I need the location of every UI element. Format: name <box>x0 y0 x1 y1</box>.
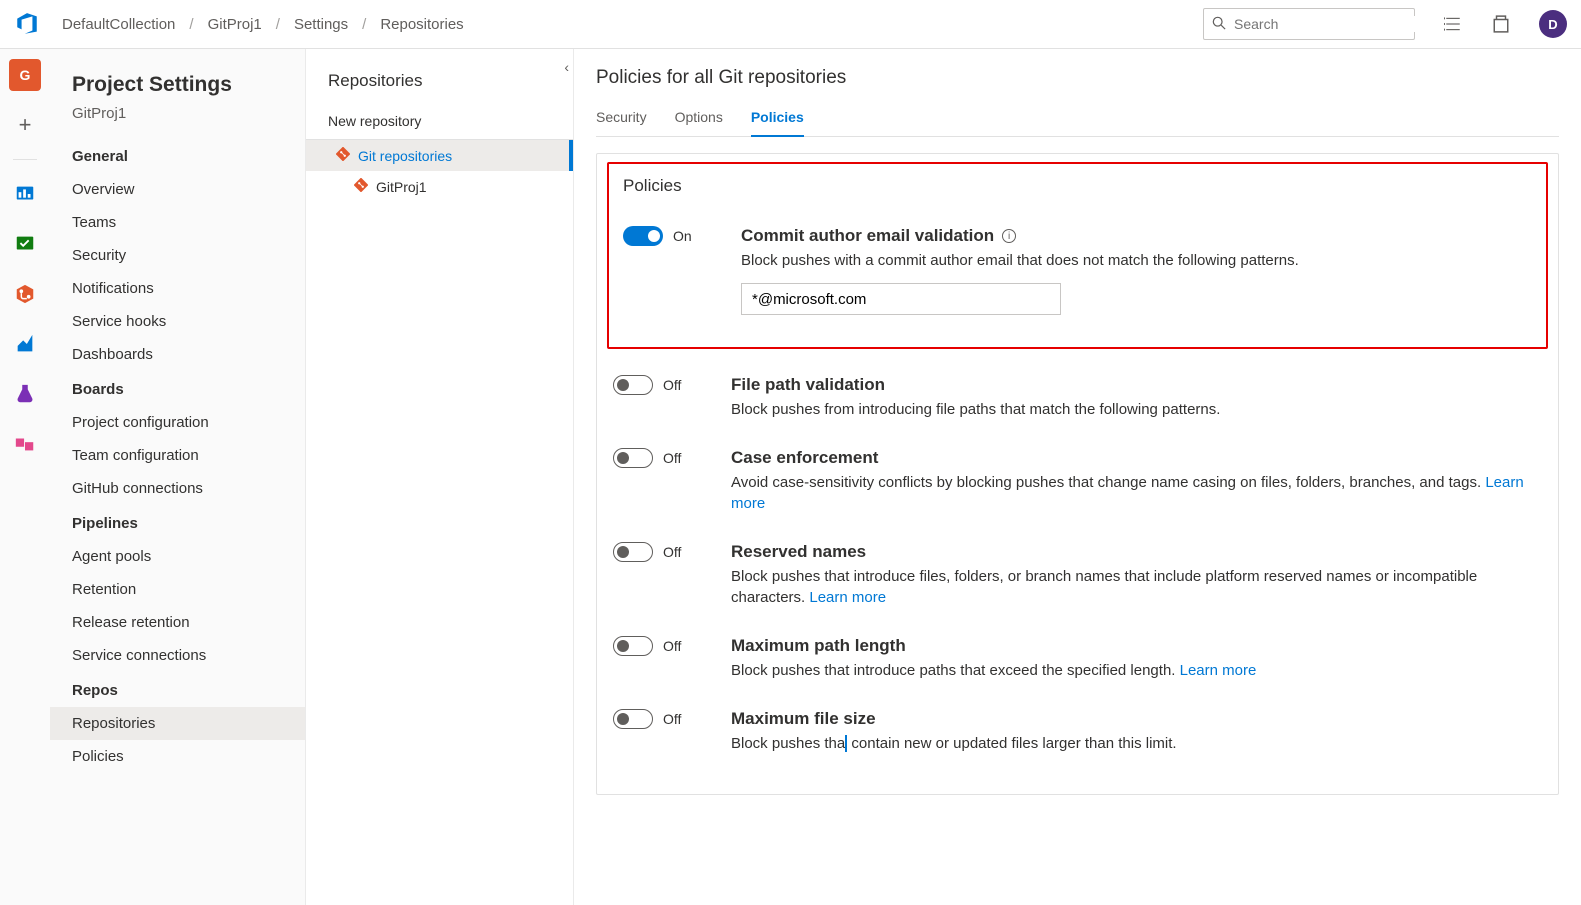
settings-title: Project Settings <box>50 65 305 101</box>
item-service-connections[interactable]: Service connections <box>50 639 305 672</box>
policy-case-enforcement: Off Case enforcement Avoid case-sensitiv… <box>613 434 1542 528</box>
toggle-filepath-validation[interactable] <box>613 375 653 395</box>
policy-title-label: Case enforcement <box>731 448 1542 468</box>
toggle-max-file-size[interactable] <box>613 709 653 729</box>
policy-desc: Avoid case-sensitivity conflicts by bloc… <box>731 472 1542 514</box>
tree-repo-gitproj1[interactable]: GitProj1 <box>306 171 573 202</box>
policy-filepath-validation: Off File path validation Block pushes fr… <box>613 361 1542 434</box>
learn-more-link[interactable]: Learn more <box>809 589 886 606</box>
item-team-config[interactable]: Team configuration <box>50 439 305 472</box>
rail-project[interactable]: G <box>9 59 41 91</box>
toggle-state: Off <box>663 377 681 393</box>
group-pipelines: Pipelines <box>50 505 305 540</box>
repos-panel-title: Repositories <box>306 67 573 103</box>
search-icon <box>1212 16 1226 33</box>
rail-boards-icon[interactable] <box>9 228 41 260</box>
email-pattern-input[interactable] <box>741 283 1061 315</box>
avatar[interactable]: D <box>1539 10 1567 38</box>
tree-child-label: GitProj1 <box>376 179 427 195</box>
rail-artifacts-icon[interactable] <box>9 428 41 460</box>
policy-title-label: Maximum file size <box>731 709 1542 729</box>
top-bar: DefaultCollection / GitProj1 / Settings … <box>0 0 1581 49</box>
collapse-panel-icon[interactable]: ‹ <box>564 59 569 75</box>
breadcrumb: DefaultCollection / GitProj1 / Settings … <box>62 16 1203 33</box>
item-service-hooks[interactable]: Service hooks <box>50 305 305 338</box>
policy-reserved-names: Off Reserved names Block pushes that int… <box>613 528 1542 622</box>
toggle-reserved-names[interactable] <box>613 542 653 562</box>
rail-overview-icon[interactable] <box>9 178 41 210</box>
item-security[interactable]: Security <box>50 239 305 272</box>
item-agent-pools[interactable]: Agent pools <box>50 540 305 573</box>
policy-title-label: Commit author email validation <box>741 226 994 246</box>
rail-pipelines-icon[interactable] <box>9 328 41 360</box>
item-release-retention[interactable]: Release retention <box>50 606 305 639</box>
toggle-max-path-length[interactable] <box>613 636 653 656</box>
list-icon[interactable] <box>1443 14 1463 34</box>
group-general: General <box>50 138 305 173</box>
tab-security[interactable]: Security <box>596 103 647 136</box>
tab-policies[interactable]: Policies <box>751 103 804 137</box>
git-icon <box>336 147 350 164</box>
breadcrumb-collection[interactable]: DefaultCollection <box>62 16 175 33</box>
policy-desc: Block pushes tha contain new or updated … <box>731 733 1542 754</box>
repos-panel: ‹ Repositories New repository Git reposi… <box>306 49 574 905</box>
settings-sidebar: Project Settings GitProj1 General Overvi… <box>50 49 306 905</box>
page-title: Policies for all Git repositories <box>596 67 1559 89</box>
rail-testplans-icon[interactable] <box>9 378 41 410</box>
toggle-email-validation[interactable] <box>623 226 663 246</box>
group-boards: Boards <box>50 371 305 406</box>
card-title: Policies <box>623 176 1532 196</box>
policy-desc: Block pushes that introduce paths that e… <box>731 660 1542 681</box>
policy-max-file-size: Off Maximum file size Block pushes tha c… <box>613 695 1542 768</box>
item-github-connections[interactable]: GitHub connections <box>50 472 305 505</box>
toggle-state: Off <box>663 711 681 727</box>
policy-title-label: Maximum path length <box>731 636 1542 656</box>
item-overview[interactable]: Overview <box>50 173 305 206</box>
new-repository-button[interactable]: New repository <box>306 103 573 140</box>
breadcrumb-project[interactable]: GitProj1 <box>208 16 262 33</box>
item-project-config[interactable]: Project configuration <box>50 406 305 439</box>
item-notifications[interactable]: Notifications <box>50 272 305 305</box>
toggle-state: Off <box>663 450 681 466</box>
policies-card: Policies On Commit author email validati… <box>596 153 1559 795</box>
item-retention[interactable]: Retention <box>50 573 305 606</box>
item-dashboards[interactable]: Dashboards <box>50 338 305 371</box>
tab-options[interactable]: Options <box>675 103 723 136</box>
tabs: Security Options Policies <box>596 103 1559 137</box>
tree-root-label: Git repositories <box>358 148 452 164</box>
policy-desc: Block pushes with a commit author email … <box>741 250 1532 271</box>
policy-title-label: Reserved names <box>731 542 1542 562</box>
policy-desc: Block pushes from introducing file paths… <box>731 399 1542 420</box>
policy-title-label: File path validation <box>731 375 1542 395</box>
policy-email-validation: On Commit author email validation i Bloc… <box>623 212 1532 329</box>
search-input[interactable] <box>1234 16 1415 32</box>
rail-repos-icon[interactable] <box>9 278 41 310</box>
settings-subtitle: GitProj1 <box>50 101 305 138</box>
toggle-state: On <box>673 228 692 244</box>
text-cursor <box>845 735 847 752</box>
toggle-state: Off <box>663 544 681 560</box>
group-repos: Repos <box>50 672 305 707</box>
azure-devops-logo-icon[interactable] <box>14 11 40 37</box>
item-teams[interactable]: Teams <box>50 206 305 239</box>
main-content: Policies for all Git repositories Securi… <box>574 49 1581 905</box>
learn-more-link[interactable]: Learn more <box>1180 662 1257 679</box>
tree-git-repositories[interactable]: Git repositories <box>306 140 573 171</box>
git-icon <box>354 178 368 195</box>
item-policies[interactable]: Policies <box>50 740 305 773</box>
toggle-case-enforcement[interactable] <box>613 448 653 468</box>
search-box[interactable] <box>1203 8 1415 40</box>
breadcrumb-settings[interactable]: Settings <box>294 16 348 33</box>
policy-desc: Block pushes that introduce files, folde… <box>731 566 1542 608</box>
nav-rail: G + <box>0 49 50 905</box>
item-repositories[interactable]: Repositories <box>50 707 305 740</box>
info-icon[interactable]: i <box>1002 229 1016 243</box>
highlighted-policy: Policies On Commit author email validati… <box>607 162 1548 349</box>
toggle-state: Off <box>663 638 681 654</box>
marketplace-icon[interactable] <box>1491 14 1511 34</box>
breadcrumb-repositories[interactable]: Repositories <box>380 16 463 33</box>
policy-max-path-length: Off Maximum path length Block pushes tha… <box>613 622 1542 695</box>
rail-add[interactable]: + <box>9 109 41 141</box>
